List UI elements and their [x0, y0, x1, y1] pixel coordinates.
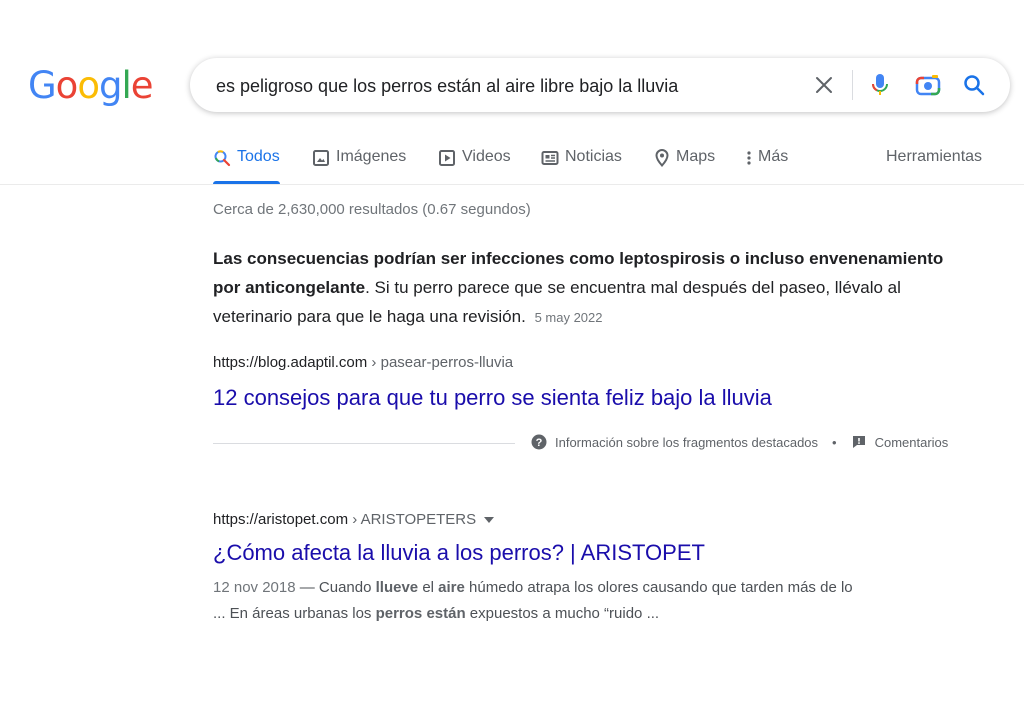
snippet-highlight: perros están: [375, 605, 466, 622]
snippet-text: el: [418, 579, 439, 596]
snippet-text: húmedo atrapa los olores causando que ta…: [464, 579, 853, 596]
search-box: [190, 58, 1010, 112]
citation-host: https://aristopet.com: [213, 511, 349, 528]
tab-mas[interactable]: Más: [746, 140, 788, 184]
image-icon: [313, 150, 329, 166]
search-divider: [852, 70, 853, 100]
logo-letter: o: [77, 64, 100, 107]
tab-videos[interactable]: Videos: [438, 140, 511, 184]
search-icon: [214, 150, 231, 167]
close-icon: [816, 77, 832, 93]
logo-letter: e: [130, 64, 154, 107]
citation-path: › ARISTOPETERS: [348, 511, 477, 528]
camera-icon: [915, 75, 941, 96]
snippet-text: — Cuando: [295, 579, 376, 596]
microphone-icon: [872, 74, 888, 95]
result-citation[interactable]: https://blog.adaptil.com › pasear-perros…: [213, 354, 513, 371]
snippet-text: ... En áreas urbanas los: [213, 605, 376, 622]
tabs-divider: [0, 184, 1024, 185]
tab-imagenes[interactable]: Imágenes: [312, 140, 406, 184]
result-citation[interactable]: https://aristopet.com › ARISTOPETERS: [213, 511, 495, 528]
feedback-link[interactable]: Comentarios: [875, 435, 949, 450]
tools-button[interactable]: Herramientas: [886, 148, 982, 166]
featured-snippet-info-link[interactable]: Información sobre los fragmentos destaca…: [555, 435, 818, 450]
tab-maps[interactable]: Maps: [654, 140, 715, 184]
citation-host: https://blog.adaptil.com: [213, 354, 368, 371]
result-snippet: 12 nov 2018 — Cuando llueve el aire húme…: [213, 575, 953, 627]
tab-noticias[interactable]: Noticias: [541, 140, 622, 184]
logo-letter: g: [98, 64, 122, 107]
search-submit-button[interactable]: [960, 71, 988, 99]
snippet-highlight: llueve: [375, 579, 419, 596]
help-icon[interactable]: ?: [531, 434, 547, 450]
feedback-icon[interactable]: [851, 434, 867, 450]
featured-snippet-text: Las consecuencias podrían ser infeccione…: [213, 244, 973, 332]
featured-snippet-divider: [213, 443, 515, 444]
image-search-button[interactable]: [914, 71, 942, 99]
citation-path: › pasear-perros-lluvia: [367, 354, 514, 371]
logo-letter: o: [55, 64, 79, 107]
featured-snippet-date: 5 may 2022: [534, 310, 603, 325]
tab-label: Todos: [237, 148, 280, 165]
clear-search-button[interactable]: [810, 71, 838, 99]
result-title-link[interactable]: ¿Cómo afecta la lluvia a los perros? | A…: [213, 540, 705, 566]
tab-label: Noticias: [565, 148, 622, 165]
news-icon: [541, 151, 559, 165]
tab-label: Más: [758, 148, 789, 165]
snippet-highlight: aire: [438, 579, 465, 596]
more-vert-icon: [747, 151, 751, 165]
logo-letter: l: [121, 64, 131, 107]
logo-letter: G: [28, 64, 57, 107]
google-logo[interactable]: Google: [28, 64, 153, 107]
svg-text:?: ?: [536, 437, 543, 449]
search-icon: [964, 75, 985, 96]
search-input[interactable]: [214, 68, 798, 104]
tab-label: Maps: [676, 148, 716, 165]
tab-label: Videos: [462, 148, 511, 165]
separator-dot: •: [832, 434, 837, 450]
result-title-link[interactable]: 12 consejos para que tu perro se sienta …: [213, 385, 772, 411]
result-date: 12 nov 2018: [213, 579, 296, 596]
dropdown-arrow-icon[interactable]: [484, 516, 495, 523]
snippet-text: expuestos a mucho “ruido ...: [465, 605, 660, 622]
location-pin-icon: [655, 149, 669, 167]
voice-search-button[interactable]: [866, 71, 894, 99]
play-icon: [439, 150, 455, 166]
result-stats: Cerca de 2,630,000 resultados (0.67 segu…: [213, 201, 531, 218]
tab-label: Imágenes: [336, 148, 407, 165]
featured-snippet-footer: ? Información sobre los fragmentos desta…: [531, 434, 948, 450]
tab-todos[interactable]: Todos: [213, 140, 280, 184]
